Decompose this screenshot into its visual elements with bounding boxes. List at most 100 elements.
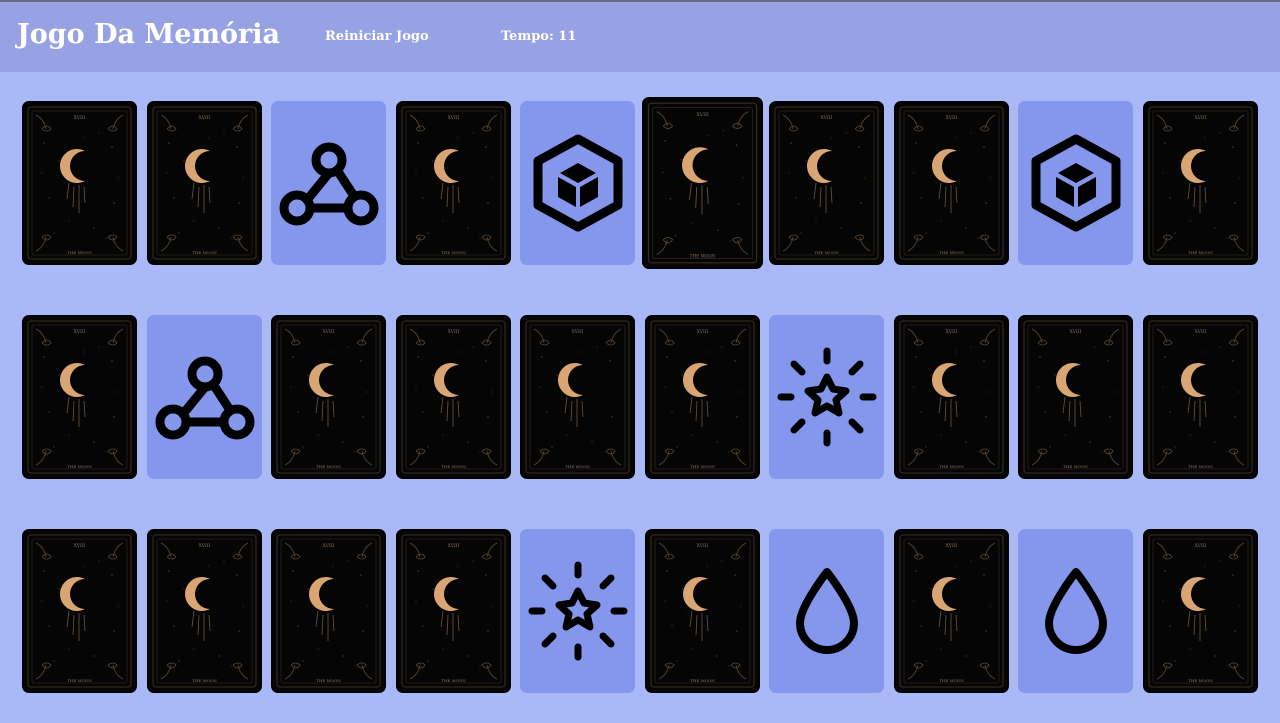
svg-text:XVIII: XVIII [946,329,958,335]
svg-text:THE MOON: THE MOON [939,678,964,683]
card-face-down[interactable]: XVIII THE MOON [894,101,1009,265]
card-face-up[interactable] [769,529,884,693]
card-face-up[interactable] [147,315,262,479]
svg-text:THE MOON: THE MOON [690,464,715,469]
card-face-down[interactable]: XVIII THE MOON [147,101,262,265]
card-face-down[interactable]: XVIII THE MOON [769,101,884,265]
card-face-down[interactable]: XVIII THE MOON [271,529,386,693]
webhook-icon [155,356,254,440]
card-face-up[interactable] [1018,101,1133,265]
restart-button[interactable]: Reiniciar Jogo [325,29,429,44]
svg-text:XVIII: XVIII [199,543,211,549]
svg-text:THE MOON: THE MOON [67,678,92,683]
card-face-down[interactable]: XVIII THE MOON [520,315,635,479]
svg-text:THE MOON: THE MOON [441,678,466,683]
card-face-down[interactable]: XVIII THE MOON [396,529,511,693]
card-face-down[interactable]: XVIII THE MOON [22,101,137,265]
card-face-down[interactable]: XVIII THE MOON [22,315,137,479]
svg-text:XVIII: XVIII [697,329,709,335]
card-back-art: XVIII THE MOON [899,534,1004,688]
card-back-art: XVIII THE MOON [27,534,132,688]
svg-text:XVIII: XVIII [697,543,709,549]
card-back-art: XVIII THE MOON [650,320,755,474]
card-face-down[interactable]: XVIII THE MOON [1143,315,1258,479]
svg-text:THE MOON: THE MOON [192,250,217,255]
card-face-down[interactable]: XVIII THE MOON [642,97,763,269]
svg-text:THE MOON: THE MOON [441,250,466,255]
svg-text:XVIII: XVIII [696,112,708,118]
svg-text:XVIII: XVIII [821,115,833,121]
svg-text:XVIII: XVIII [946,115,958,121]
card-face-down[interactable]: XVIII THE MOON [645,315,760,479]
card-back-art: XVIII THE MOON [899,106,1004,260]
svg-text:XVIII: XVIII [74,329,86,335]
svg-text:XVIII: XVIII [448,329,460,335]
card-back-art: XVIII THE MOON [525,320,630,474]
svg-text:THE MOON: THE MOON [939,250,964,255]
card-face-down[interactable]: XVIII THE MOON [396,315,511,479]
card-face-up[interactable] [769,315,884,479]
card-back-art: XVIII THE MOON [1148,106,1253,260]
card-face-down[interactable]: XVIII THE MOON [894,529,1009,693]
page-title: Jogo Da Memória [17,19,280,50]
card-back-art: XVIII THE MOON [401,320,506,474]
svg-text:XVIII: XVIII [572,329,584,335]
card-face-down[interactable]: XVIII THE MOON [396,101,511,265]
svg-text:THE MOON: THE MOON [67,250,92,255]
card-face-down[interactable]: XVIII THE MOON [1143,529,1258,693]
svg-text:THE MOON: THE MOON [192,678,217,683]
card-back-art: XVIII THE MOON [27,320,132,474]
card-back-art: XVIII THE MOON [650,534,755,688]
top-bar: Jogo Da Memória Reiniciar Jogo Tempo: 11 [0,2,1280,72]
timer-label: Tempo: 11 [501,29,577,44]
card-back-art: XVIII THE MOON [401,534,506,688]
card-face-up[interactable] [271,101,386,265]
svg-text:THE MOON: THE MOON [1188,250,1213,255]
card-face-down[interactable]: XVIII THE MOON [1018,315,1133,479]
card-back-art: XVIII THE MOON [401,106,506,260]
card-face-up[interactable] [520,101,635,265]
card-face-up[interactable] [520,529,635,693]
card-back-art: XVIII THE MOON [899,320,1004,474]
svg-text:XVIII: XVIII [74,543,86,549]
svg-text:THE MOON: THE MOON [316,464,341,469]
star-burst-icon [777,347,876,447]
svg-text:XVIII: XVIII [1195,329,1207,335]
card-face-down[interactable]: XVIII THE MOON [147,529,262,693]
card-back-art: XVIII THE MOON [27,106,132,260]
card-face-down[interactable]: XVIII THE MOON [894,315,1009,479]
card-face-down[interactable]: XVIII THE MOON [22,529,137,693]
card-back-art: XVIII THE MOON [276,320,381,474]
svg-text:THE MOON: THE MOON [1188,678,1213,683]
svg-text:THE MOON: THE MOON [441,464,466,469]
svg-text:THE MOON: THE MOON [316,678,341,683]
svg-text:THE MOON: THE MOON [939,464,964,469]
card-face-up[interactable] [1018,529,1133,693]
card-face-down[interactable]: XVIII THE MOON [1143,101,1258,265]
svg-text:XVIII: XVIII [1070,329,1082,335]
svg-text:XVIII: XVIII [448,543,460,549]
card-back-art: XVIII THE MOON [1023,320,1128,474]
card-face-down[interactable]: XVIII THE MOON [271,315,386,479]
svg-text:THE MOON: THE MOON [690,678,715,683]
card-back-art: XVIII THE MOON [1148,320,1253,474]
svg-text:THE MOON: THE MOON [565,464,590,469]
svg-text:XVIII: XVIII [323,329,335,335]
star-burst-icon [528,561,627,661]
drop-icon [795,568,858,654]
card-back-art: XVIII THE MOON [152,534,257,688]
webhook-icon [279,142,378,226]
svg-text:THE MOON: THE MOON [1188,464,1213,469]
card-back-art: XVIII THE MOON [276,534,381,688]
cube-icon [533,134,622,232]
svg-text:XVIII: XVIII [1195,115,1207,121]
drop-icon [1044,568,1107,654]
svg-text:THE MOON: THE MOON [690,254,716,259]
svg-text:XVIII: XVIII [1195,543,1207,549]
svg-text:XVIII: XVIII [323,543,335,549]
card-face-down[interactable]: XVIII THE MOON [645,529,760,693]
card-back-art: XVIII THE MOON [152,106,257,260]
cube-icon [1031,134,1120,232]
svg-text:THE MOON: THE MOON [1063,464,1088,469]
svg-text:XVIII: XVIII [448,115,460,121]
